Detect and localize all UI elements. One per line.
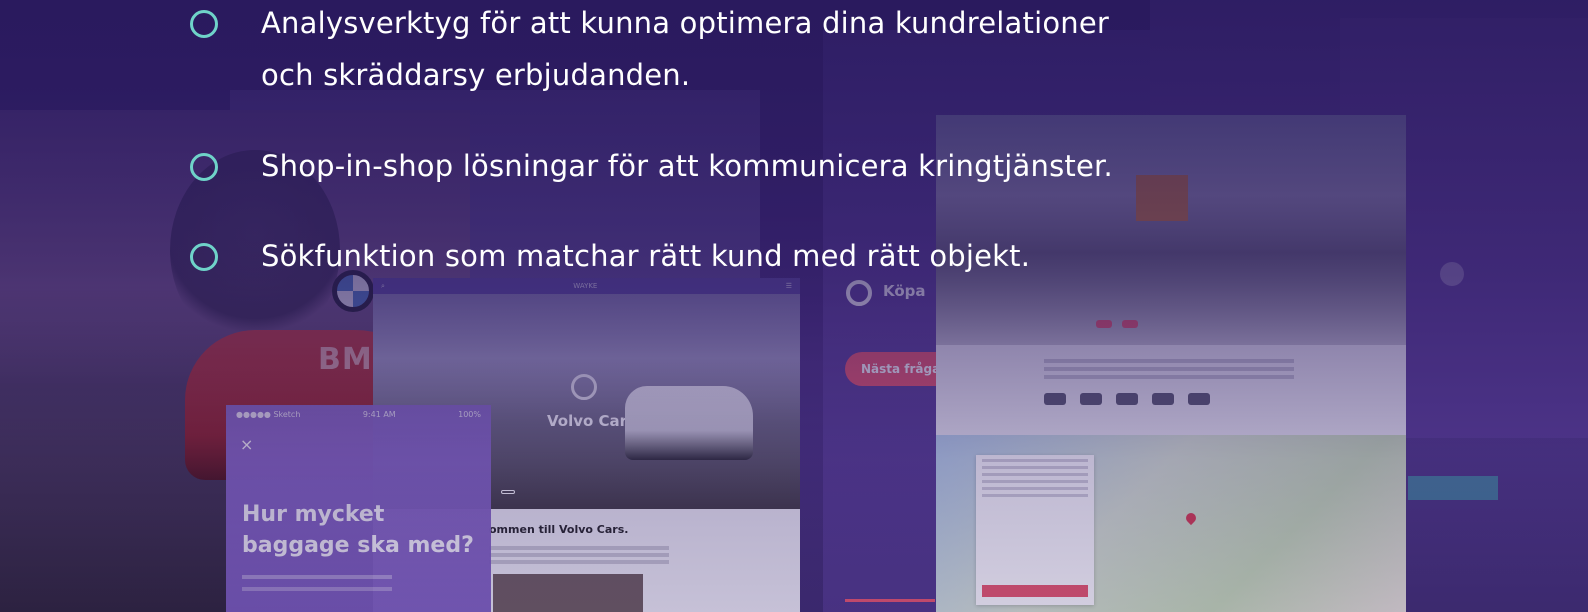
circle-outline-icon	[190, 153, 218, 181]
phone-status-bar: ●●●●● Sketch 9:41 AM 100%	[226, 405, 491, 423]
feature-text: Shop-in-shop lösningar för att kommunice…	[261, 149, 1113, 183]
volvo-body-text	[489, 546, 669, 550]
dealer-tag	[1122, 320, 1138, 328]
brand-logo-icon	[1080, 393, 1102, 405]
progress-bar	[845, 599, 935, 602]
teal-button	[1408, 476, 1498, 500]
circle-outline-icon	[190, 243, 218, 271]
hours-line	[982, 466, 1088, 469]
clock-text: 9:41 AM	[362, 409, 396, 419]
wayke-logo: WAYKE	[573, 282, 598, 290]
feature-text: Sökfunktion som matchar rätt kund med rä…	[261, 239, 1031, 273]
phone-screenshot: ●●●●● Sketch 9:41 AM 100% × Hur mycket b…	[226, 405, 491, 612]
slider-handle	[1440, 262, 1464, 286]
hours-cta-button	[982, 585, 1088, 597]
brand-logos	[1044, 393, 1406, 405]
volvo-find-pill	[501, 490, 515, 494]
search-icon: ⌕	[381, 281, 385, 290]
volvo-title: Volvo Cars	[547, 412, 636, 430]
hours-line	[982, 494, 1088, 497]
dealer-tag	[1096, 320, 1112, 328]
hours-line	[982, 480, 1088, 483]
menu-icon: ☰	[785, 282, 792, 290]
hours-line	[982, 487, 1088, 490]
opening-hours-card	[976, 455, 1094, 605]
volvo-thumbnail	[493, 574, 643, 612]
kopa-label: Köpa	[883, 282, 926, 300]
carrier-text: ●●●●● Sketch	[236, 409, 301, 419]
feature-text: Analysverktyg för att kunna optimera din…	[261, 6, 1110, 40]
dealer-sign	[1136, 175, 1188, 221]
dealer-tags	[1096, 320, 1138, 328]
battery-text: 100%	[458, 409, 481, 419]
brand-logo-icon	[1188, 393, 1210, 405]
feature-text-continued: och skräddarsy erbjudanden.	[261, 58, 691, 92]
kopa-ring-icon	[846, 280, 872, 306]
volvo-logo-icon	[571, 374, 597, 400]
dealer-page-screenshot	[936, 115, 1406, 612]
circle-outline-icon	[190, 10, 218, 38]
hours-line	[982, 459, 1088, 462]
brand-logo-icon	[1152, 393, 1174, 405]
background-collage: BMW Köpa Nästa fråga ⌕ WAYKE ☰ Volvo Car…	[0, 0, 1588, 612]
dealer-description	[1044, 359, 1294, 363]
baggage-question: Hur mycket baggage ska med?	[242, 502, 474, 558]
volvo-suv-image	[625, 386, 753, 460]
volvo-topbar: ⌕ WAYKE ☰	[373, 278, 800, 294]
brand-logo-icon	[1116, 393, 1138, 405]
close-icon: ×	[240, 435, 254, 454]
volvo-find-bar	[501, 490, 515, 494]
brand-logo-icon	[1044, 393, 1066, 405]
question-subtext	[242, 575, 392, 579]
hours-line	[982, 473, 1088, 476]
